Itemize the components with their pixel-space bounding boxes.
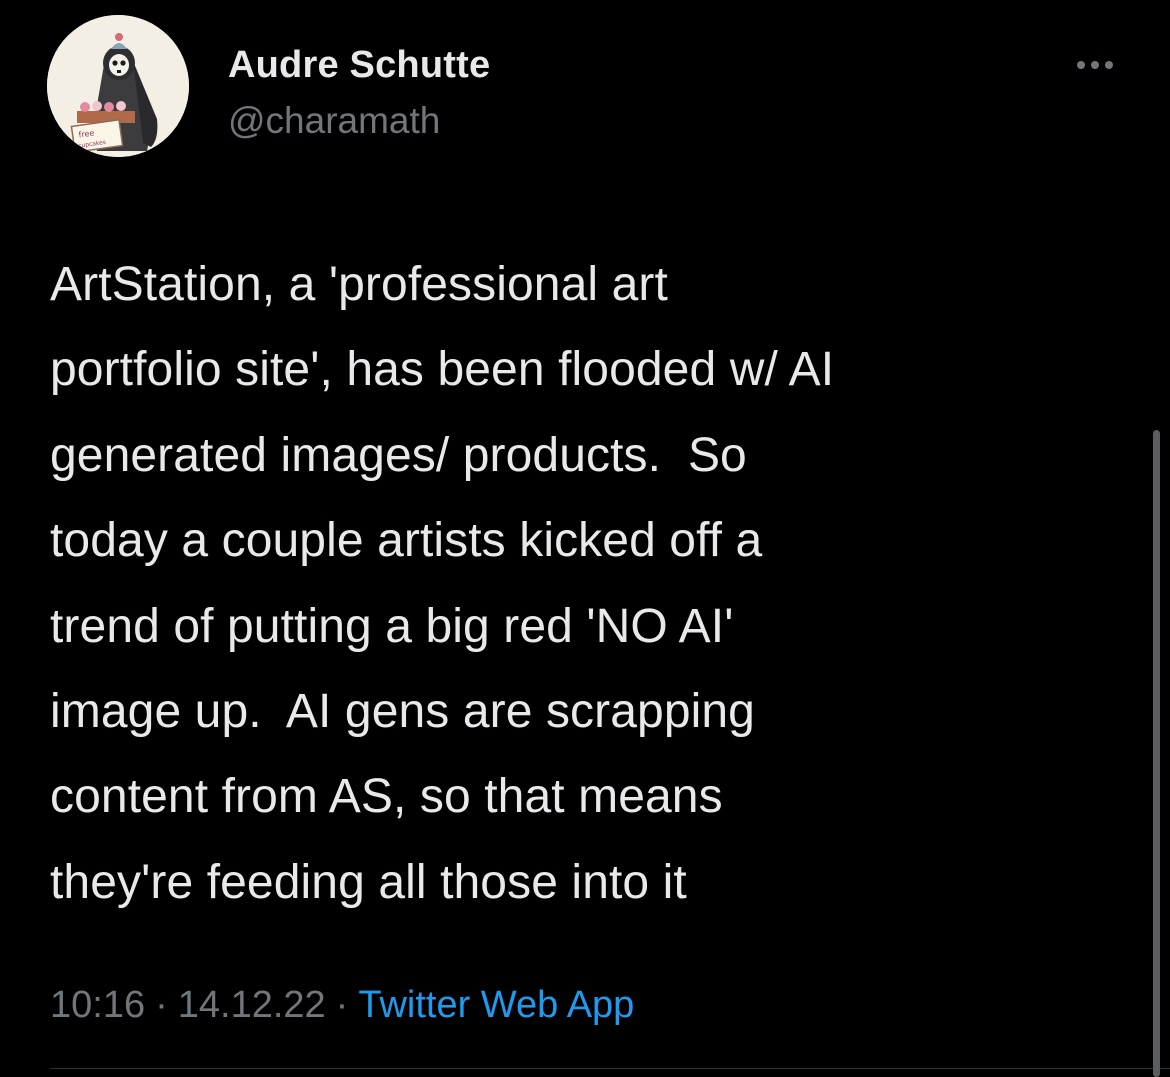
meta-separator: · xyxy=(155,984,168,1026)
avatar[interactable]: free cupcakes xyxy=(47,15,189,157)
author-display-name[interactable]: Audre Schutte xyxy=(228,44,490,87)
more-options-button[interactable] xyxy=(1068,50,1122,80)
meta-separator: · xyxy=(335,984,349,1026)
tweet-source-link[interactable]: Twitter Web App xyxy=(358,984,634,1026)
more-horizontal-icon xyxy=(1077,61,1085,69)
more-horizontal-icon-dot xyxy=(1105,61,1113,69)
tweet-text-line: portfolio site', has been flooded w/ AI xyxy=(50,343,835,397)
tweet-text: ArtStation, a 'professional art portfoli… xyxy=(50,242,1130,925)
tweet-time[interactable]: 10:16 xyxy=(50,984,145,1026)
tweet-meta: 10:16 · 14.12.22 · Twitter Web App xyxy=(50,984,634,1027)
more-horizontal-icon-dot xyxy=(1091,61,1099,69)
scrollbar[interactable] xyxy=(1153,430,1160,1077)
tweet-date[interactable]: 14.12.22 xyxy=(178,984,326,1026)
tweet-text-line: content from AS, so that means xyxy=(50,770,723,824)
tweet-text-line: trend of putting a big red 'NO AI' xyxy=(50,599,734,653)
tweet-text-line: today a couple artists kicked off a xyxy=(50,514,763,568)
tweet-text-line: generated images/ products. So xyxy=(50,428,747,482)
avatar-image: free cupcakes xyxy=(47,15,189,157)
tweet: free cupcakes Audre Schutte @charamath A… xyxy=(0,0,1170,1077)
author-handle[interactable]: @charamath xyxy=(228,100,440,142)
tweet-text-line: ArtStation, a 'professional art xyxy=(50,258,668,311)
tweet-text-line: they're feeding all those into it xyxy=(50,855,687,909)
divider xyxy=(50,1068,1170,1069)
tweet-text-line: image up. AI gens are scrapping xyxy=(50,685,755,739)
